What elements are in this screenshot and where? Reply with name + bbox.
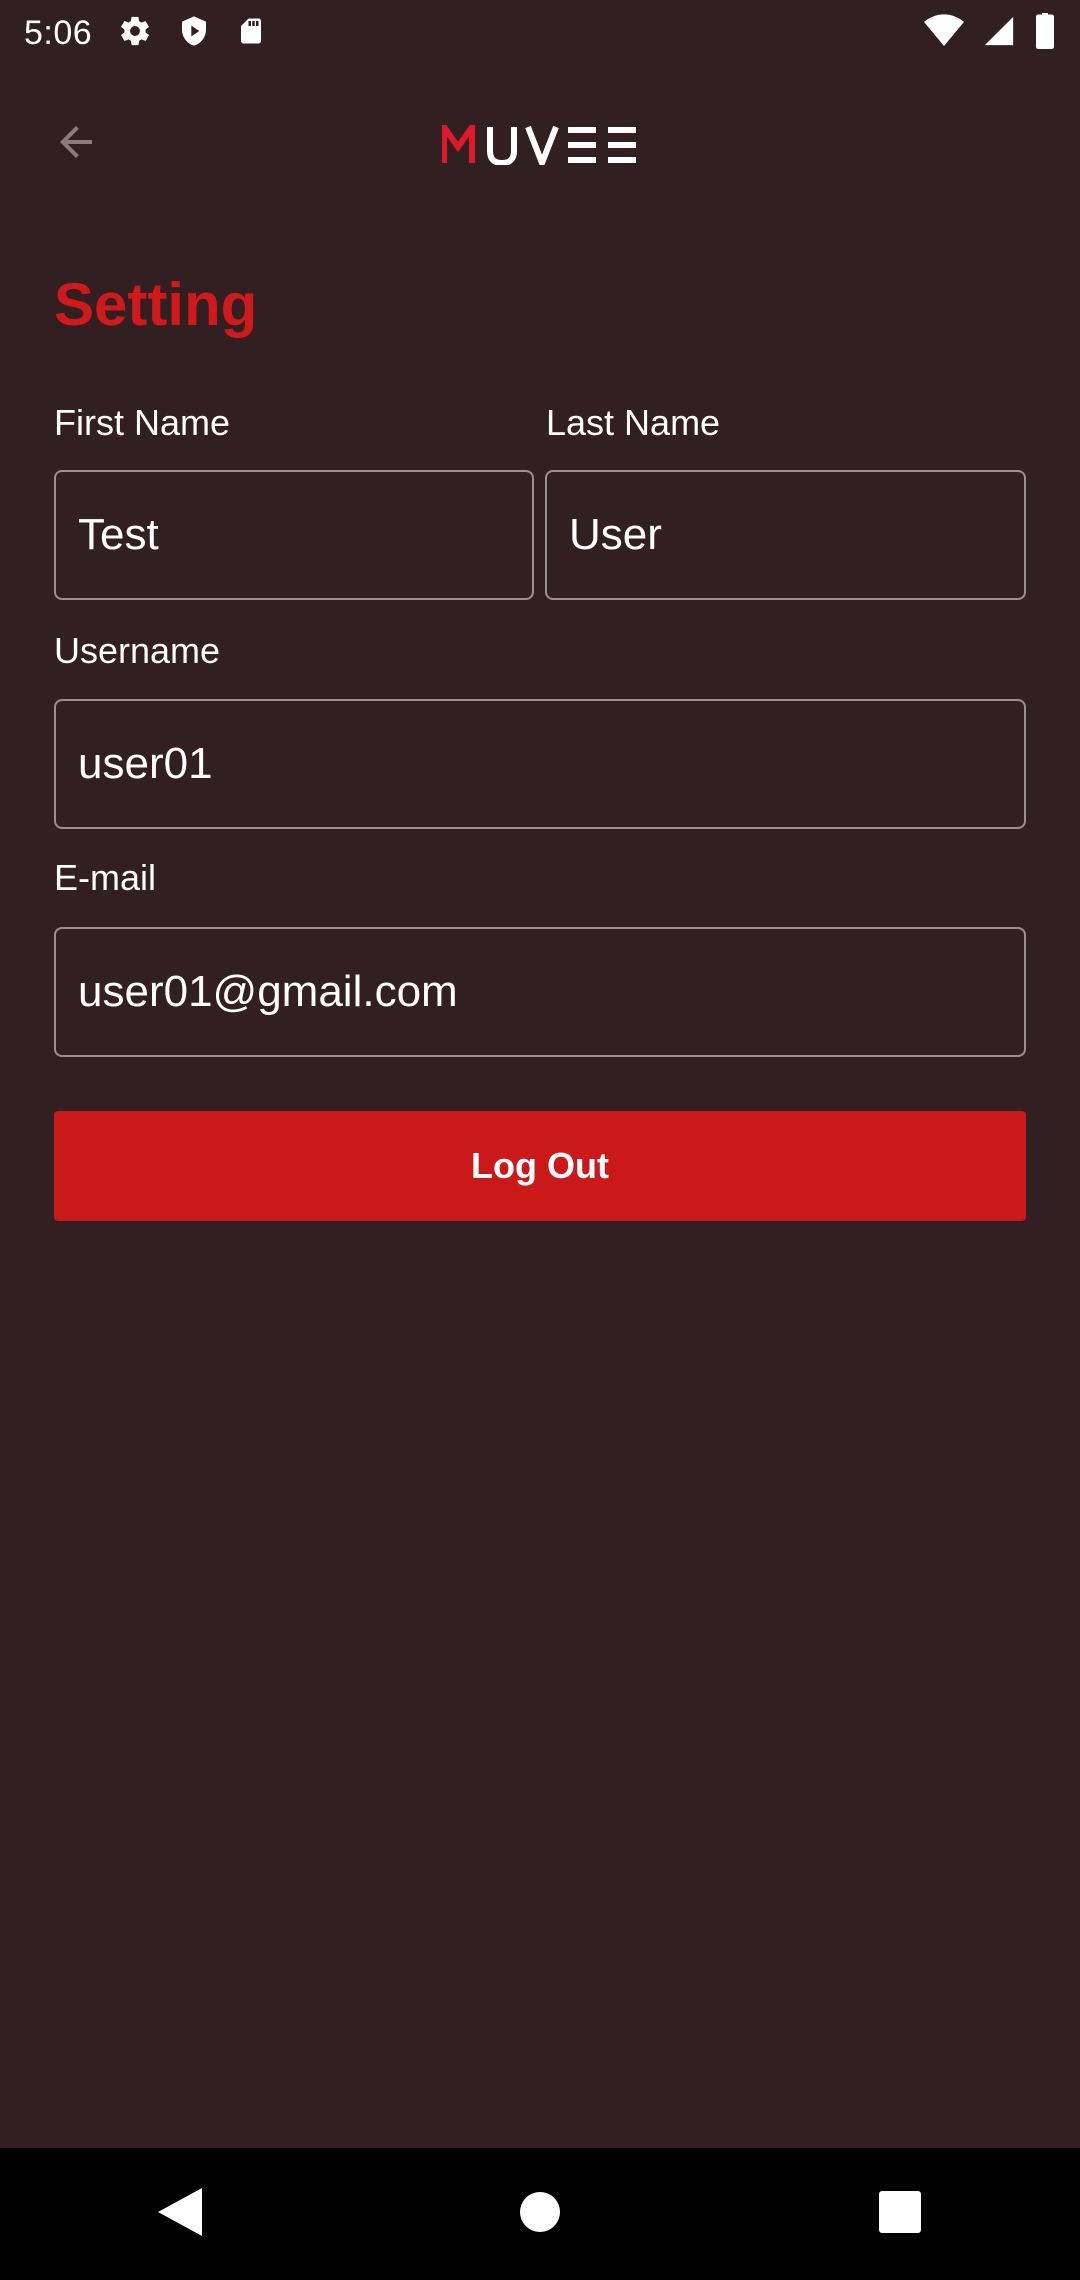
username-field[interactable]: user01 [54,699,1026,829]
nav-home-button[interactable] [480,2164,600,2264]
status-bar: 5:06 [0,0,1080,66]
cell-signal-icon [982,14,1016,53]
muvee-logo [440,120,640,170]
last-name-field[interactable]: User [545,470,1026,600]
email-field[interactable]: user01@gmail.com [54,927,1026,1057]
username-label: Username [54,630,221,671]
home-circle-icon [519,2191,561,2238]
battery-icon [1034,12,1056,54]
arrow-left-icon [52,118,100,171]
status-right [924,12,1056,54]
back-triangle-icon [158,2187,202,2241]
recents-square-icon [879,2190,921,2238]
system-nav-bar [0,2148,1080,2280]
last-name-label: Last Name [546,402,721,443]
first-name-label: First Name [54,402,231,443]
first-name-value: Test [78,510,159,559]
page-title: Setting [54,271,258,338]
email-value: user01@gmail.com [78,967,458,1016]
nav-back-button[interactable] [120,2164,240,2264]
app-bar [0,66,1080,218]
nav-recents-button[interactable] [840,2164,960,2264]
wifi-icon [924,13,964,53]
first-name-field[interactable]: Test [54,470,534,600]
sd-card-icon [236,14,266,53]
logout-label: Log Out [471,1145,609,1186]
last-name-value: User [569,510,662,559]
status-left: 5:06 [24,14,266,53]
shield-icon [178,14,210,53]
logo-graphic [442,125,636,165]
back-button[interactable] [40,108,112,180]
username-value: user01 [78,739,213,788]
gear-icon [118,14,152,53]
logout-button[interactable]: Log Out [54,1111,1026,1221]
email-label: E-mail [54,857,157,898]
status-time: 5:06 [24,13,93,52]
